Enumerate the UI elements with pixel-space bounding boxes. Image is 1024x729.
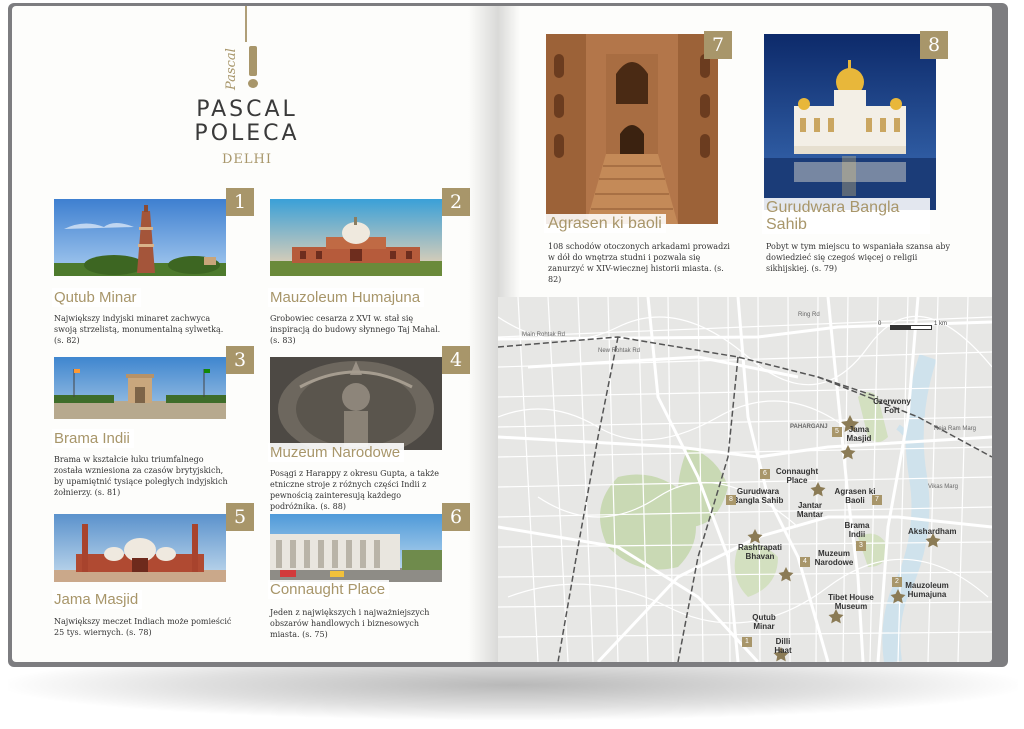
map-road-label: Ring Rd <box>798 312 820 318</box>
map-label-brama-indii: Brama Indii <box>844 521 870 539</box>
attraction-description: Grobowiec cesarza z XVI w. stał się insp… <box>270 314 441 345</box>
attraction-description: Posągi z Harappy z okresu Gupta, a także… <box>270 469 439 511</box>
attraction-description: Pobyt w tym miejscu to wspaniała szansa … <box>766 242 951 273</box>
qutub-minar-photo <box>54 199 226 276</box>
map-road-label: New Rohtak Rd <box>598 348 641 354</box>
map-marker-3: 3 <box>856 541 866 551</box>
attraction-number-badge: 6 <box>442 503 470 531</box>
agrasen-baoli-photo <box>546 34 718 224</box>
attraction-number-badge: 2 <box>442 188 470 216</box>
attraction-name: Agrasen ki baoli <box>544 214 666 233</box>
attraction-number-badge: 4 <box>442 346 470 374</box>
left-page: Pascal PASCAL POLECA DELHI 1 Qutub Minar… <box>12 6 498 662</box>
delhi-map[interactable]: 0 1 km Main Rohtak Rd New Rohtak Rd Raja… <box>498 297 992 662</box>
map-road-label: Main Rohtak Rd <box>522 332 566 338</box>
jama-masjid-photo <box>54 514 226 582</box>
attraction-number-badge: 8 <box>920 31 948 59</box>
header-divider-line <box>245 6 247 42</box>
map-label-akshardham: Akshardham <box>908 527 957 536</box>
map-district-label: PAHARGANJ <box>790 424 828 430</box>
pascal-logo: Pascal <box>222 46 282 90</box>
title-line-2: POLECA <box>194 121 300 146</box>
attraction-name: Jama Masjid <box>52 590 143 609</box>
attraction-number-badge: 7 <box>704 31 732 59</box>
map-label-connaught-place: Connaught Place <box>775 467 819 485</box>
gurudwara-bangla-sahib-photo <box>764 34 936 210</box>
attraction-description: 108 schodów otoczonych arkadami prowadzi… <box>548 242 730 284</box>
attraction-name: Muzeum Narodowe <box>268 443 405 462</box>
humayun-tomb-photo <box>270 199 442 276</box>
map-label-tibet-house: Tibet House Museum <box>828 593 874 611</box>
map-label-qutub-minar: Qutub Minar <box>752 613 776 631</box>
map-label-czerwony-fort: Czerwony Fort <box>873 397 911 415</box>
map-label-jama-masjid: Jama Masjid <box>846 425 872 443</box>
attraction-name: Mauzoleum Humajuna <box>268 288 425 307</box>
page-title: PASCAL POLECA <box>172 98 322 146</box>
map-marker-2: 2 <box>892 577 902 587</box>
map-marker-8: 8 <box>726 495 736 505</box>
attraction-card-8: 8 Gurudwara Bangla Sahib Pobyt w tym mie… <box>762 31 964 294</box>
map-marker-1: 1 <box>742 637 752 647</box>
attraction-name: Brama Indii <box>52 429 134 448</box>
attraction-description: Jeden z największych i najważniejszych o… <box>270 608 430 639</box>
connaught-place-photo <box>270 514 442 582</box>
attraction-description: Największy meczet Indiach może pomieścić… <box>54 617 232 637</box>
scale-label-end: 1 km <box>934 321 948 327</box>
map-marker-5: 5 <box>832 427 842 437</box>
city-heading: DELHI <box>221 152 273 167</box>
map-scale-bar <box>890 325 932 330</box>
map-label-muzeum: Muzeum Narodowe <box>814 549 854 567</box>
attraction-number-badge: 5 <box>226 503 254 531</box>
map-marker-4: 4 <box>800 557 810 567</box>
attraction-name: Connaught Place <box>268 580 390 599</box>
attraction-name: Gurudwara Bangla Sahib <box>762 198 930 234</box>
exclamation-mark-icon <box>247 46 259 88</box>
map-marker-6: 6 <box>760 469 770 479</box>
national-museum-photo <box>270 357 442 450</box>
map-marker-7: 7 <box>872 495 882 505</box>
map-label-mauzoleum: Mauzoleum Humajuna <box>905 581 949 599</box>
map-label-gurudwara: Gurudwara Bangla Sahib <box>732 487 784 505</box>
attraction-number-badge: 3 <box>226 346 254 374</box>
india-gate-photo <box>54 357 226 419</box>
attraction-number-badge: 1 <box>226 188 254 216</box>
map-label-jantar-mantar: Jantar Mantar <box>796 501 824 519</box>
map-label-rashtrapati: Rashtrapati Bhavan <box>738 543 783 561</box>
attraction-description: Brama w kształcie łuku triumfalnego zost… <box>54 455 228 497</box>
attraction-description: Największy indyjski minaret zachwyca swo… <box>54 314 224 345</box>
title-line-1: PASCAL <box>196 97 298 122</box>
attraction-name: Qutub Minar <box>52 288 141 307</box>
map-road-label: Raja Ram Marg <box>934 426 977 432</box>
map-road-label: Vikas Marg <box>928 484 958 490</box>
map-label-dilli-haat: Dilli Haat <box>774 637 792 655</box>
logo-text: Pascal <box>224 48 239 90</box>
scale-label-start: 0 <box>878 321 882 327</box>
page-gutter-shadow <box>468 6 498 662</box>
right-page: 7 Agrasen ki baoli 108 schodów otoczonyc… <box>498 6 992 662</box>
attraction-card-7: 7 Agrasen ki baoli 108 schodów otoczonyc… <box>544 31 746 294</box>
